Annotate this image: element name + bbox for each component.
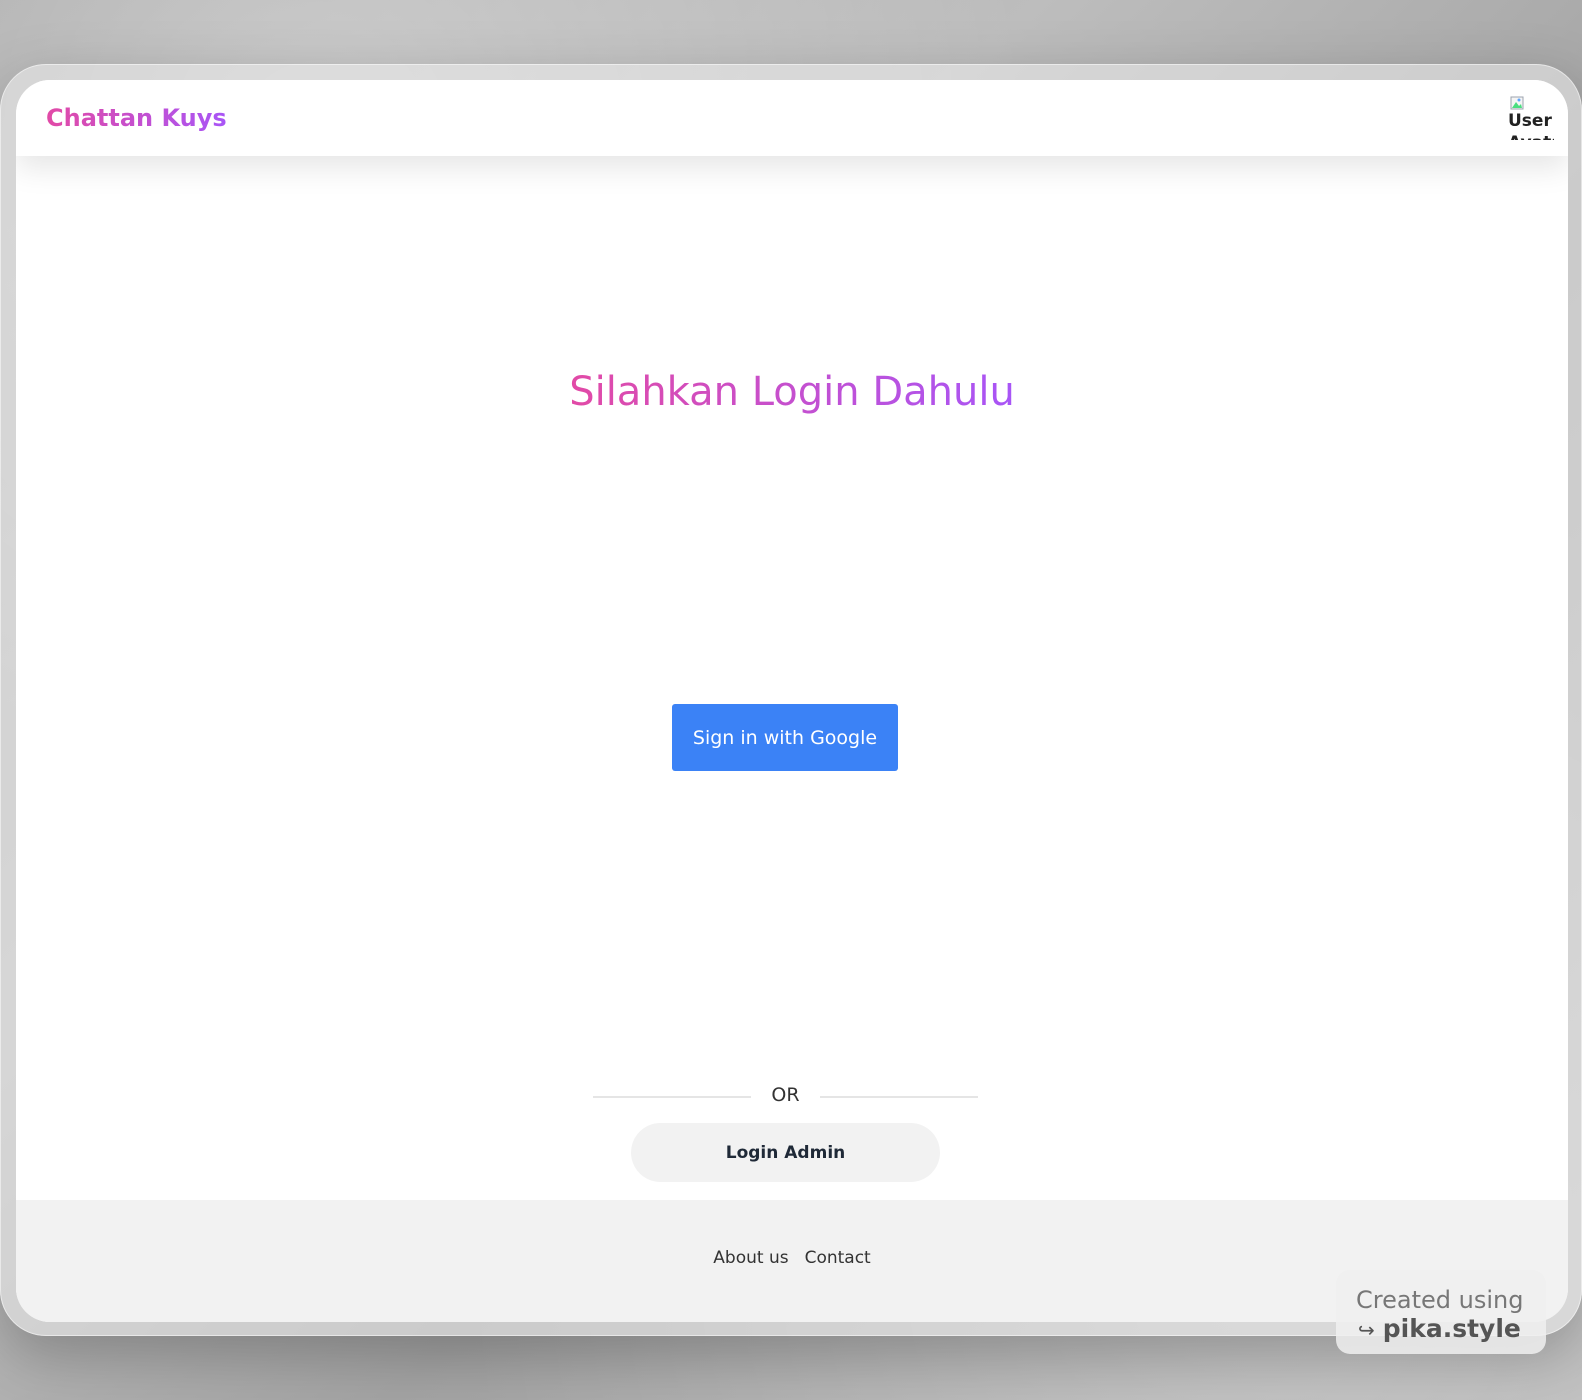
broken-image-icon xyxy=(1510,96,1524,110)
divider-or-text: OR xyxy=(771,1084,800,1106)
footer-links: About us Contact xyxy=(16,1248,1568,1268)
watermark-created-using: Created using xyxy=(1356,1286,1524,1314)
brand-logo-link[interactable]: Chattan Kuys xyxy=(46,104,227,132)
avatar-alt-text: User Avatar xyxy=(1508,111,1554,140)
page-title-text: Silahkan Login Dahulu xyxy=(569,369,1015,415)
watermark-brand-text: pika.style xyxy=(1382,1314,1521,1343)
divider-line-right xyxy=(820,1096,978,1098)
footer-link-about-us[interactable]: About us xyxy=(713,1248,788,1268)
page-title: Silahkan Login Dahulu xyxy=(16,366,1568,418)
pika-watermark: Created using ↪ pika.style xyxy=(1336,1270,1546,1354)
app-window: Chattan Kuys User Avatar Silahkan Login … xyxy=(16,80,1568,1322)
footer-link-contact[interactable]: Contact xyxy=(805,1248,871,1268)
watermark-brand: ↪ pika.style xyxy=(1358,1314,1521,1343)
navbar: Chattan Kuys User Avatar xyxy=(16,80,1568,156)
or-divider: OR xyxy=(593,1080,978,1112)
divider-line-left xyxy=(593,1096,751,1098)
main-content: Silahkan Login Dahulu Sign in with Googl… xyxy=(16,156,1568,1200)
return-arrow-icon: ↪ xyxy=(1358,1318,1375,1342)
google-sign-in-button[interactable]: Sign in with Google xyxy=(672,704,898,771)
user-avatar[interactable]: User Avatar xyxy=(1506,96,1554,140)
login-admin-button[interactable]: Login Admin xyxy=(631,1123,940,1182)
